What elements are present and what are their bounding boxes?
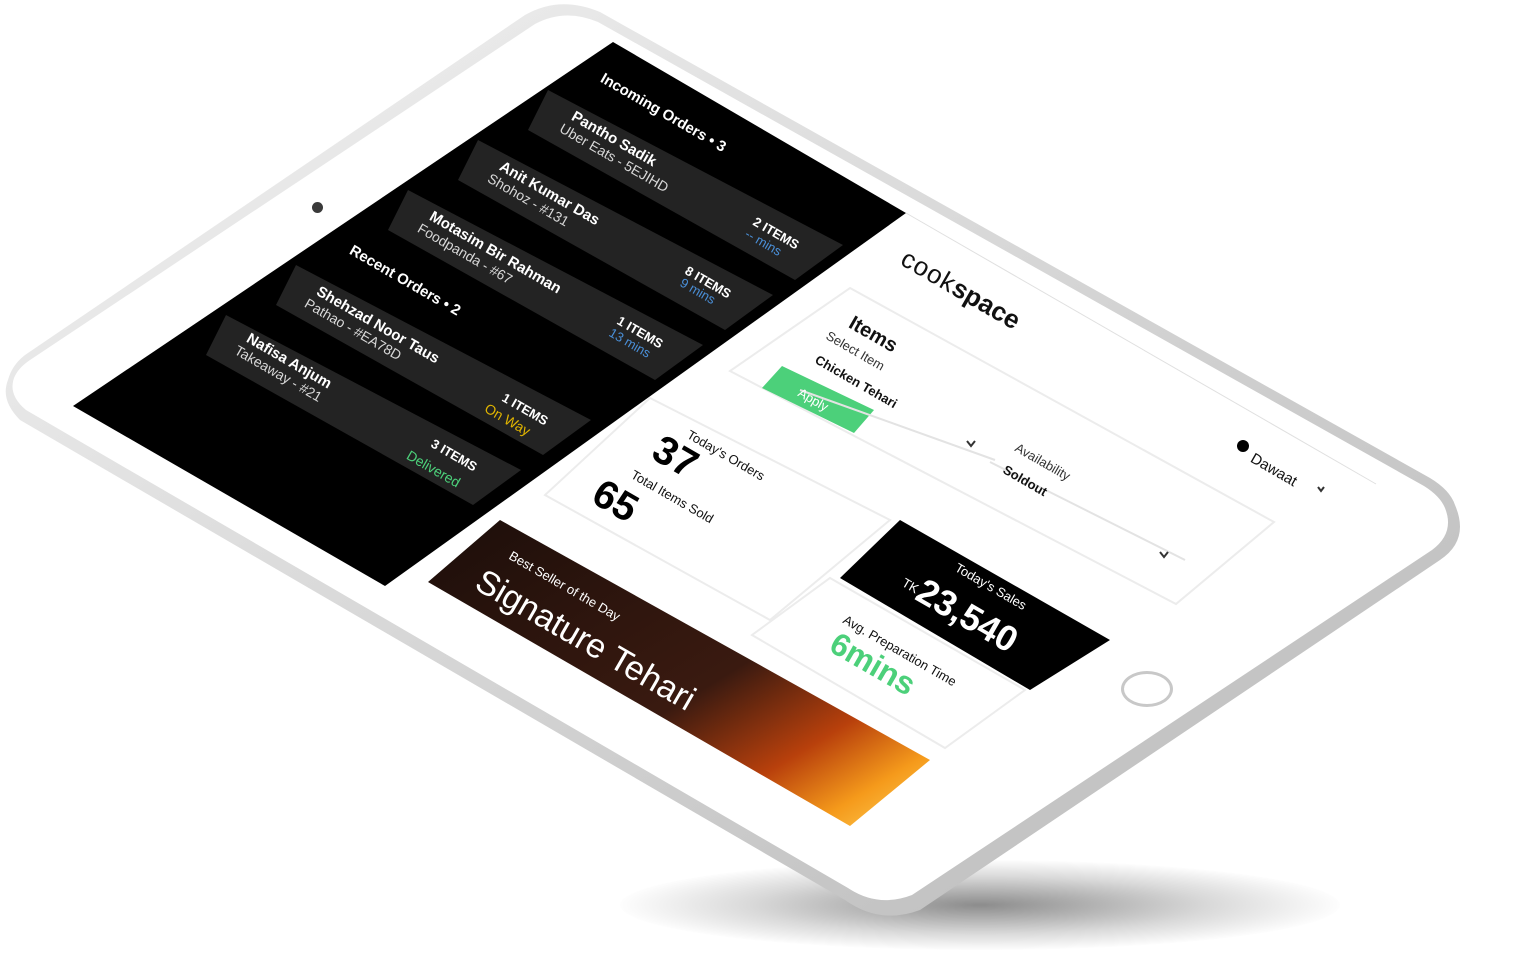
camera-icon xyxy=(312,202,323,213)
home-button[interactable] xyxy=(1121,671,1173,707)
tablet-screen xyxy=(73,42,1377,855)
status-dot-icon xyxy=(1237,440,1249,452)
